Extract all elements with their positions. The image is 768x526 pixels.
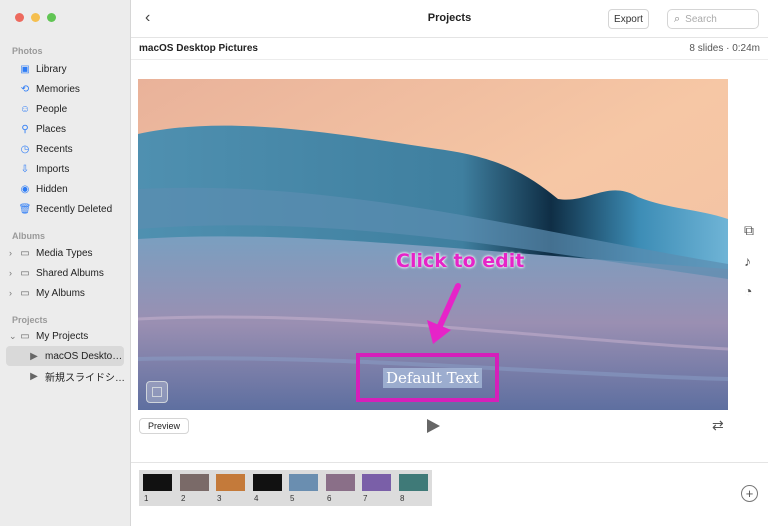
filmstrip-thumbnail[interactable]: 4 — [249, 470, 286, 506]
layout-icon[interactable] — [146, 381, 168, 403]
sidebar-item-imports[interactable]: ⇩ Imports — [6, 159, 124, 179]
thumbnail-image — [399, 474, 428, 491]
search-input[interactable]: ⌕ Search — [667, 9, 759, 29]
sidebar-item-label: Shared Albums — [36, 267, 104, 279]
zoom-window-button[interactable] — [47, 13, 56, 22]
sidebar-item-label: 新規スライドシ… — [45, 372, 124, 384]
imports-icon: ⇩ — [20, 163, 30, 175]
places-icon: ⚲ — [21, 123, 29, 135]
slide-title-text[interactable]: Default Text — [383, 368, 482, 388]
thumbnail-image — [143, 474, 172, 491]
sidebar-item-label: macOS Deskto… — [45, 350, 123, 362]
sidebar-item-label: Media Types — [36, 247, 93, 259]
folder-icon: ▭ — [20, 287, 30, 299]
project-info-bar: macOS Desktop Pictures 8 slides · 0:24m — [131, 38, 768, 60]
sidebar-item-label: Memories — [36, 83, 80, 95]
thumbnail-image — [326, 474, 355, 491]
section-title-photos: Photos — [12, 46, 43, 56]
slide-info: 8 slides · 0:24m — [689, 43, 760, 54]
section-title-albums: Albums — [12, 231, 46, 241]
sidebar-item-recently-deleted[interactable]: 🗑︎ Recently Deleted — [6, 199, 124, 219]
chevron-right-icon[interactable]: › — [9, 288, 12, 298]
duration-timer-icon[interactable]: ◔ — [744, 283, 752, 299]
music-icon[interactable]: ♪ — [744, 253, 751, 269]
sidebar-item-hidden[interactable]: ◉ Hidden — [6, 179, 124, 199]
project-name: macOS Desktop Pictures — [139, 43, 258, 54]
annotation-arrow-icon — [427, 283, 461, 344]
preview-button[interactable]: Preview — [139, 418, 189, 434]
chevron-down-icon[interactable]: ⌄ — [9, 331, 17, 342]
search-placeholder: Search — [685, 13, 717, 25]
sidebar-item-shared-albums[interactable]: › ▭ Shared Albums — [6, 263, 124, 283]
sidebar-item-recents[interactable]: ◷ Recents — [6, 139, 124, 159]
thumbnail-number: 1 — [144, 494, 149, 503]
sidebar-item-macos-desktop-pictures[interactable]: ▶ macOS Deskto… — [6, 346, 124, 366]
thumbnail-image — [216, 474, 245, 491]
thumbnail-number: 6 — [327, 494, 332, 503]
close-window-button[interactable] — [15, 13, 24, 22]
filmstrip-thumbnail[interactable]: 5 — [285, 470, 322, 506]
export-button[interactable]: Export — [608, 9, 649, 29]
filmstrip-thumbnail[interactable]: 1 — [139, 470, 176, 506]
thumbnail-image — [289, 474, 318, 491]
recents-icon: ◷ — [20, 143, 30, 155]
sidebar-item-library[interactable]: ▣ Library — [6, 59, 124, 79]
sidebar-item-label: Imports — [36, 163, 70, 175]
themes-icon[interactable]: ⧉ — [744, 222, 754, 239]
sidebar-item-places[interactable]: ⚲ Places — [6, 119, 124, 139]
thumbnail-number: 7 — [363, 494, 368, 503]
thumbnail-number: 8 — [400, 494, 405, 503]
sidebar-item-label: Places — [36, 123, 67, 135]
filmstrip-thumbnail[interactable]: 6 — [322, 470, 359, 506]
sidebar-item-people[interactable]: ☺ People — [6, 99, 124, 119]
memories-icon: ⟲ — [20, 83, 30, 95]
sidebar-item-media-types[interactable]: › ▭ Media Types — [6, 243, 124, 263]
window-controls — [15, 13, 56, 22]
sidebar-item-label: My Albums — [36, 287, 85, 299]
sidebar-item-label: Recently Deleted — [36, 203, 113, 215]
sidebar-item-label: Recents — [36, 143, 73, 155]
filmstrip-thumbnail[interactable]: 3 — [212, 470, 249, 506]
sidebar-item-new-slideshow[interactable]: ▶ 新規スライドシ… — [6, 366, 124, 386]
thumbnail-number: 3 — [217, 494, 222, 503]
minimize-window-button[interactable] — [31, 13, 40, 22]
thumbnail-number: 5 — [290, 494, 295, 503]
click-to-edit-annotation: Click to edit — [396, 250, 525, 272]
people-icon: ☺ — [19, 103, 31, 115]
sidebar-item-my-albums[interactable]: › ▭ My Albums — [6, 283, 124, 303]
thumbnail-number: 4 — [254, 494, 259, 503]
filmstrip-thumbnail[interactable]: 2 — [176, 470, 213, 506]
thumbnail-image — [362, 474, 391, 491]
sidebar-item-memories[interactable]: ⟲ Memories — [6, 79, 124, 99]
folder-icon: ▭ — [20, 267, 30, 279]
trash-icon: 🗑︎ — [18, 203, 32, 215]
folder-icon: ▭ — [20, 247, 30, 259]
thumbnail-image — [253, 474, 282, 491]
sidebar-item-label: Library — [36, 63, 67, 75]
sidebar-item-my-projects[interactable]: ⌄ ▭ My Projects — [6, 326, 124, 346]
sidebar: Photos ▣ Library ⟲ Memories ☺ People ⚲ P… — [0, 0, 131, 526]
toolbar: ‹ Projects Export ⌕ Search — [131, 0, 768, 38]
chevron-right-icon[interactable]: › — [9, 248, 12, 258]
play-icon[interactable] — [427, 419, 440, 433]
sidebar-item-label: My Projects — [36, 330, 89, 342]
slideshow-icon: ▶ — [30, 370, 38, 382]
repeat-icon[interactable]: ⇄ — [712, 417, 724, 434]
add-slide-icon[interactable]: + — [741, 485, 758, 502]
sidebar-item-label: People — [36, 103, 68, 115]
library-icon: ▣ — [20, 63, 30, 75]
chevron-right-icon[interactable]: › — [9, 268, 12, 278]
section-title-projects: Projects — [12, 315, 48, 325]
filmstrip-thumbnail[interactable]: 8 — [395, 470, 432, 506]
filmstrip-thumbnail[interactable]: 7 — [358, 470, 395, 506]
sidebar-item-label: Hidden — [36, 183, 68, 195]
slideshow-icon: ▶ — [30, 350, 38, 362]
search-icon: ⌕ — [674, 12, 681, 25]
folder-icon: ▭ — [20, 330, 30, 342]
hidden-icon: ◉ — [20, 183, 30, 195]
thumbnail-number: 2 — [181, 494, 186, 503]
thumbnail-image — [180, 474, 209, 491]
